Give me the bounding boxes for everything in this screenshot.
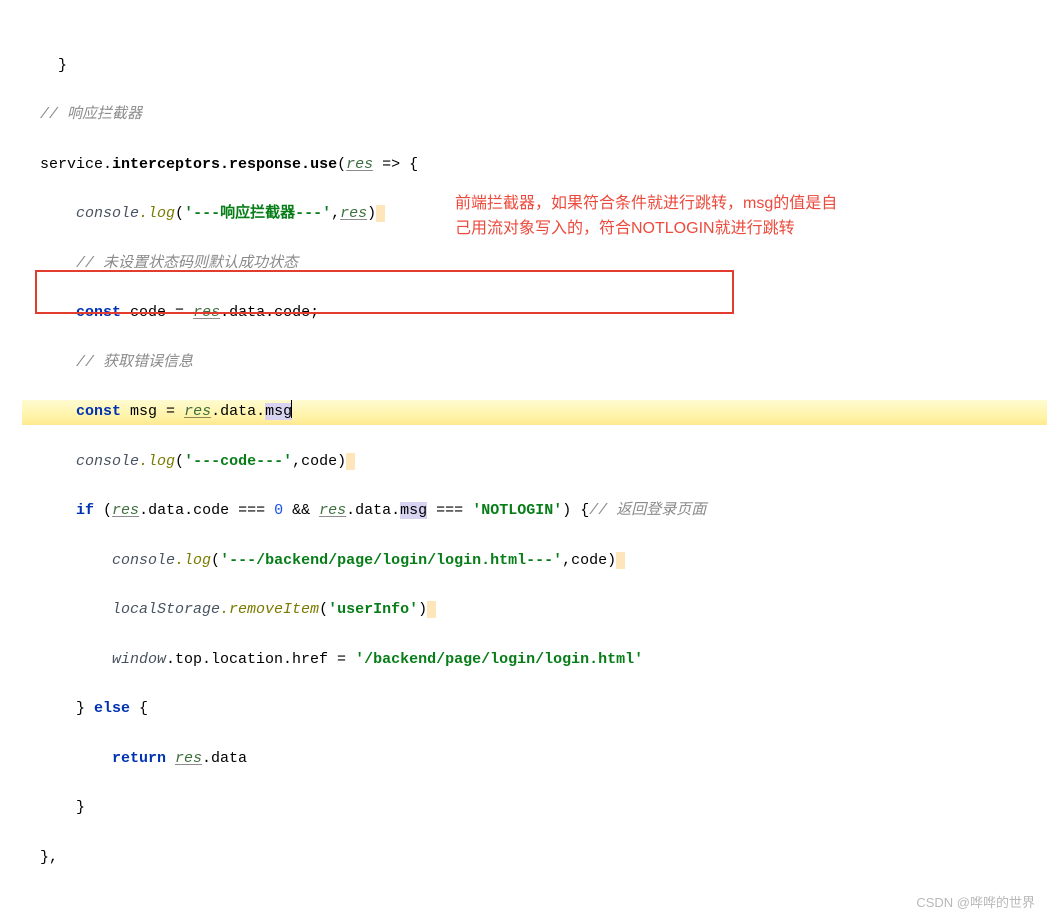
- code-line: const code = res.data.code;: [22, 301, 1047, 326]
- code-line: if (res.data.code === 0 && res.data.msg …: [22, 499, 1047, 524]
- text-caret: [291, 400, 292, 418]
- code-line: } else {: [22, 697, 1047, 722]
- code-line: },: [22, 846, 1047, 871]
- code-line: return res.data: [22, 747, 1047, 772]
- annotation-text: 前端拦截器，如果符合条件就进行跳转，msg的值是自 己用流对象写入的，符合NOT…: [455, 192, 1015, 242]
- code-line: }: [22, 796, 1047, 821]
- code-line: const msg = res.data.msg: [22, 400, 1047, 425]
- code-line: }: [22, 54, 1047, 79]
- code-line: console.log('---/backend/page/login/logi…: [22, 549, 1047, 574]
- code-line: window.top.location.href = '/backend/pag…: [22, 648, 1047, 673]
- code-line: localStorage.removeItem('userInfo'): [22, 598, 1047, 623]
- code-line: // 未设置状态码则默认成功状态: [22, 252, 1047, 277]
- code-line: service.interceptors.response.use(res =>…: [22, 153, 1047, 178]
- code-line: console.log('---code---',code): [22, 450, 1047, 475]
- code-block: } // 响应拦截器 service.interceptors.response…: [0, 0, 1047, 920]
- code-line: // 响应拦截器: [22, 103, 1047, 128]
- watermark: CSDN @哗哗的世界: [916, 892, 1035, 913]
- code-line: // 获取错误信息: [22, 351, 1047, 376]
